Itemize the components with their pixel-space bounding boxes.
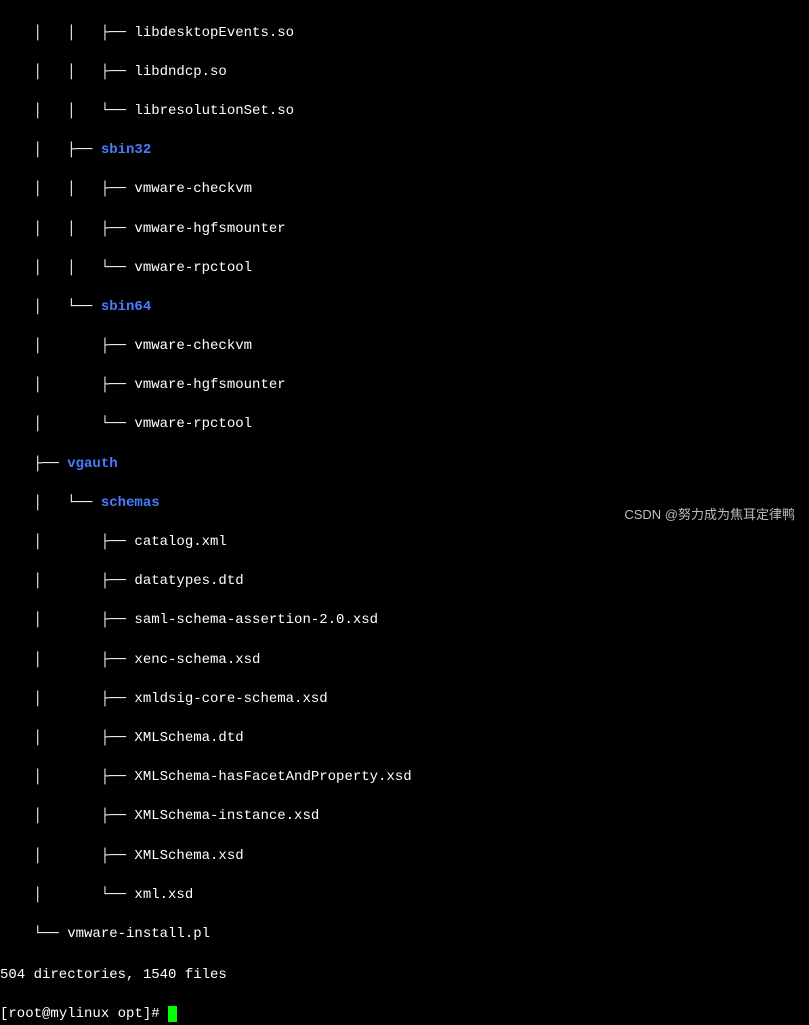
tree-line: │ └── vmware-rpctool	[0, 415, 809, 435]
tree-line: │ ├── datatypes.dtd	[0, 572, 809, 592]
tree-line: │ │ └── vmware-rpctool	[0, 259, 809, 279]
tree-line: │ ├── catalog.xml	[0, 533, 809, 553]
tree-line: │ ├── vmware-hgfsmounter	[0, 376, 809, 396]
tree-line: │ └── sbin64	[0, 298, 809, 318]
tree-line: │ │ ├── vmware-checkvm	[0, 180, 809, 200]
tree-line: └── vmware-install.pl	[0, 925, 809, 945]
tree-line: │ ├── XMLSchema.xsd	[0, 847, 809, 867]
directory-name: sbin32	[101, 142, 151, 158]
tree-line: │ │ ├── libdndcp.so	[0, 63, 809, 83]
tree-line: │ ├── XMLSchema.dtd	[0, 729, 809, 749]
tree-line: ├── vgauth	[0, 455, 809, 475]
tree-line: │ ├── saml-schema-assertion-2.0.xsd	[0, 611, 809, 631]
directory-name: vgauth	[67, 456, 117, 472]
tree-line: │ ├── XMLSchema-hasFacetAndProperty.xsd	[0, 768, 809, 788]
tree-line: │ ├── XMLSchema-instance.xsd	[0, 807, 809, 827]
tree-line: │ │ └── libresolutionSet.so	[0, 102, 809, 122]
directory-name: schemas	[101, 495, 160, 511]
tree-line: │ │ ├── libdesktopEvents.so	[0, 24, 809, 44]
directory-name: sbin64	[101, 299, 151, 315]
tree-line: │ ├── vmware-checkvm	[0, 337, 809, 357]
cwd: opt	[109, 1006, 143, 1022]
tree-line: │ └── xml.xsd	[0, 886, 809, 906]
tree-line: │ ├── sbin32	[0, 141, 809, 161]
tree-line: │ ├── xenc-schema.xsd	[0, 651, 809, 671]
tree-summary: 504 directories, 1540 files	[0, 966, 809, 986]
cursor	[168, 1006, 177, 1022]
tree-line: │ ├── xmldsig-core-schema.xsd	[0, 690, 809, 710]
tree-line: │ │ ├── vmware-hgfsmounter	[0, 220, 809, 240]
shell-prompt[interactable]: [root@mylinux opt]#	[0, 1006, 177, 1022]
user-host: root@mylinux	[8, 1006, 109, 1022]
watermark: CSDN @努力成为焦耳定律鸭	[624, 506, 795, 524]
